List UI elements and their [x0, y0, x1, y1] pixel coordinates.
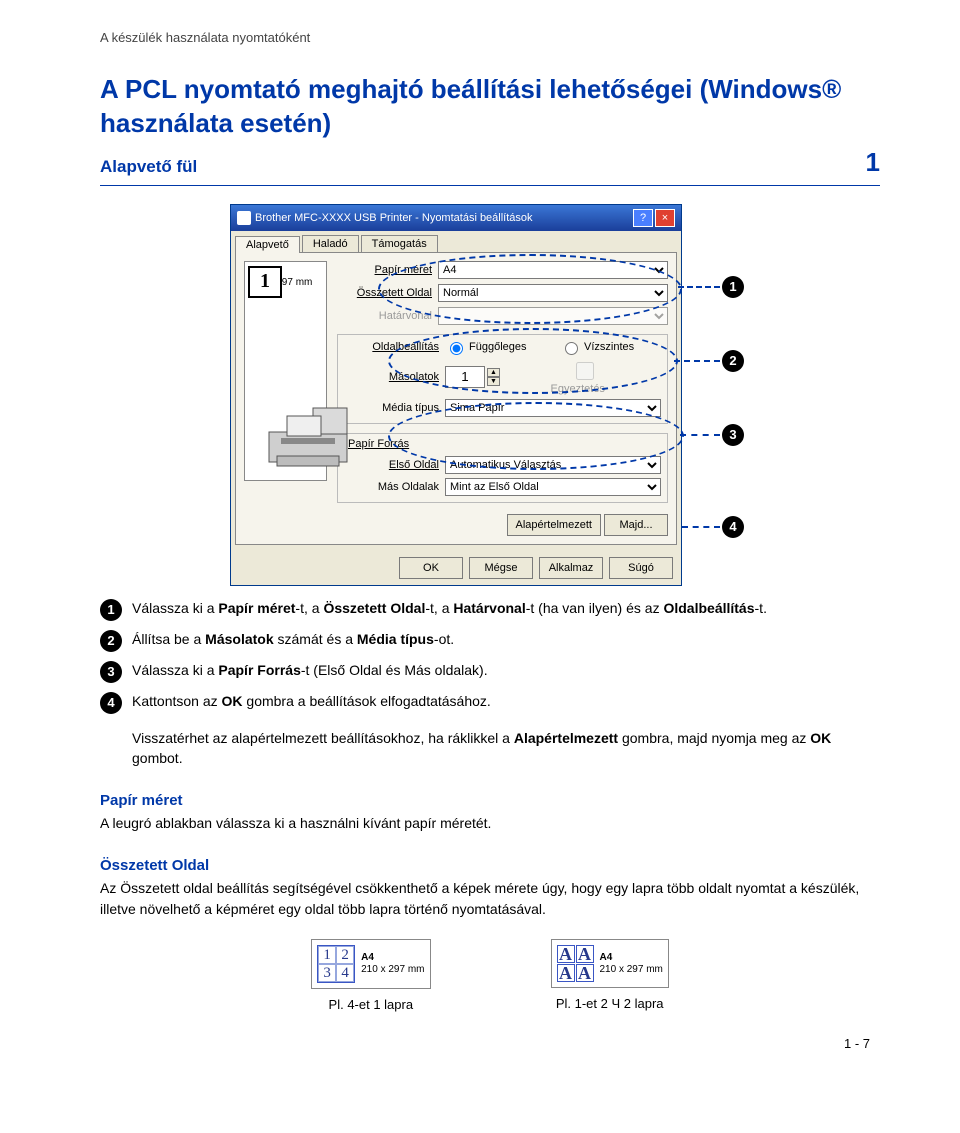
callout-badge-1: 1: [722, 276, 744, 298]
tab-advanced[interactable]: Haladó: [302, 235, 359, 252]
spinner-arrows[interactable]: ▲▼: [487, 368, 500, 386]
orientation-label: Oldalbeállítás: [344, 341, 445, 353]
callout-line-2: [674, 360, 720, 362]
callout-badge-3: 3: [722, 424, 744, 446]
tab-strip: Alapvető Haladó Támogatás: [231, 231, 681, 252]
ok-button[interactable]: OK: [399, 557, 463, 579]
tab-basic[interactable]: Alapvető: [235, 236, 300, 253]
orientation-group: Oldalbeállítás Függőleges Vízszintes Más…: [337, 334, 668, 424]
paper-size-text: A leugró ablakban válassza ki a használn…: [100, 813, 880, 833]
step-badge: 3: [100, 661, 122, 683]
step-badge: 1: [100, 599, 122, 621]
step-badge: 2: [100, 630, 122, 652]
page-header: A készülék használata nyomtatóként: [100, 30, 880, 45]
other-pages-label: Más Oldalak: [344, 481, 445, 493]
step-badge: 4: [100, 692, 122, 714]
app-icon: [237, 211, 251, 225]
page-footer: 1 - 7: [100, 1036, 880, 1051]
border-select: [438, 307, 668, 325]
titlebar-help-icon[interactable]: ?: [633, 209, 653, 227]
example-caption-1: Pl. 4-et 1 lapra: [311, 997, 430, 1012]
media-select[interactable]: Sima Papír: [445, 399, 661, 417]
paper-size-select[interactable]: A4: [438, 261, 668, 279]
paper-size-label: Papír méret: [337, 264, 438, 276]
source-group: Papír Forrás Első Oldal Automatikus Vála…: [337, 433, 668, 503]
multi-page-select[interactable]: Normál: [438, 284, 668, 302]
apply-button[interactable]: Alkalmaz: [539, 557, 603, 579]
multi-page-label: Összetett Oldal: [337, 287, 438, 299]
collate-checkbox: Egyeztetés: [510, 359, 611, 395]
step-4: 4 Kattontson az OK gombra a beállítások …: [100, 691, 880, 714]
step-4-note: Visszatérhet az alapértelmezett beállítá…: [132, 728, 880, 769]
dialog-titlebar: Brother MFC-XXXX USB Printer - Nyomtatás…: [231, 205, 681, 231]
callout-figure-number: 1: [248, 266, 282, 298]
help-button[interactable]: Súgó: [609, 557, 673, 579]
example-4in1: 12 34 A4210 x 297 mm Pl. 4-et 1 lapra: [311, 939, 430, 1012]
border-label: Határvonal: [337, 310, 438, 322]
step-1: 1 Válassza ki a Papír méret-t, a Összete…: [100, 598, 880, 621]
section-subtitle: Alapvető fül: [100, 157, 197, 177]
chapter-number: 1: [866, 147, 880, 178]
copies-input[interactable]: [445, 366, 485, 388]
tab-support[interactable]: Támogatás: [361, 235, 438, 252]
step-2: 2 Állítsa be a Másolatok számát és a Méd…: [100, 629, 880, 652]
copies-label: Másolatok: [344, 371, 445, 383]
print-settings-dialog: Brother MFC-XXXX USB Printer - Nyomtatás…: [230, 204, 682, 586]
multi-page-text: Az Összetett oldal beállítás segítségéve…: [100, 878, 880, 919]
defaults-button[interactable]: Alapértelmezett: [507, 514, 601, 536]
callout-line-1: [678, 286, 720, 288]
cancel-button[interactable]: Mégse: [469, 557, 533, 579]
example-1to2x2: AA AA A4210 x 297 mm Pl. 1-et 2 Ч 2 lapr…: [551, 939, 669, 1012]
divider: [100, 185, 880, 186]
about-button[interactable]: Majd...: [604, 514, 668, 536]
close-icon[interactable]: ×: [655, 209, 675, 227]
first-page-label: Első Oldal: [344, 459, 445, 471]
other-pages-select[interactable]: Mint az Első Oldal: [445, 478, 661, 496]
dialog-title: Brother MFC-XXXX USB Printer - Nyomtatás…: [255, 212, 533, 224]
landscape-radio[interactable]: Vízszintes: [560, 339, 661, 355]
printer-icon: [263, 396, 357, 474]
callout-badge-2: 2: [722, 350, 744, 372]
callout-badge-4: 4: [722, 516, 744, 538]
portrait-radio[interactable]: Függőleges: [445, 339, 546, 355]
step-3: 3 Válassza ki a Papír Forrás-t (Első Old…: [100, 660, 880, 683]
multi-page-heading: Összetett Oldal: [100, 857, 880, 874]
main-title: A PCL nyomtató meghajtó beállítási lehet…: [100, 73, 880, 141]
example-caption-2: Pl. 1-et 2 Ч 2 lapra: [551, 996, 669, 1011]
media-label: Média típus: [344, 402, 445, 414]
callout-line-3: [680, 434, 720, 436]
callout-line-4: [682, 526, 720, 528]
first-page-select[interactable]: Automatikus Választás: [445, 456, 661, 474]
paper-size-heading: Papír méret: [100, 792, 880, 809]
